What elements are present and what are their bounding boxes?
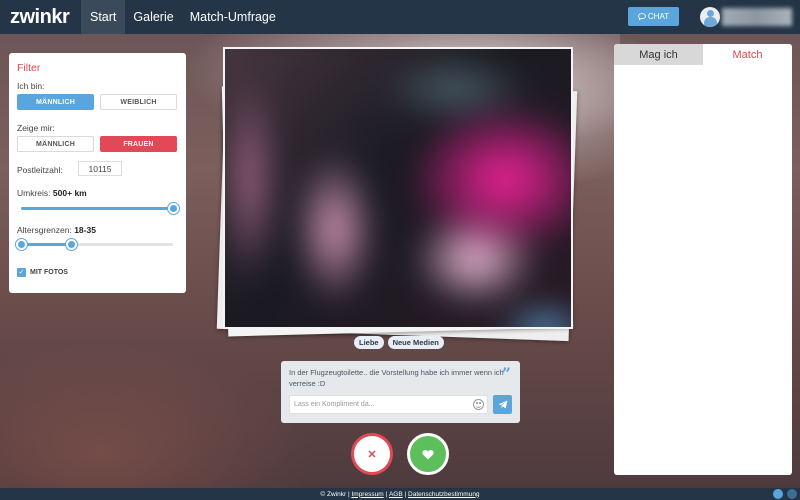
postleitzahl-input[interactable]: 10115 <box>78 161 122 176</box>
umkreis-slider-handle[interactable] <box>167 203 179 214</box>
compliment-placeholder: Lass ein Kompliment da... <box>294 401 375 408</box>
user-avatar-icon[interactable] <box>700 7 720 27</box>
dislike-button[interactable]: ✕ <box>351 433 393 475</box>
mit-fotos-checkbox[interactable]: ✓ <box>17 268 26 277</box>
footer-link-datenschutz[interactable]: Datenschutzbestimmung <box>408 491 480 498</box>
ich-bin-weiblich-button[interactable]: WEIBLICH <box>100 94 177 110</box>
chat-bubble-icon <box>638 13 646 20</box>
umkreis-label-row: Umkreis: 500+ km <box>17 188 87 198</box>
nav-match-umfrage[interactable]: Match-Umfrage <box>182 0 284 34</box>
alter-slider-handle-min[interactable] <box>15 239 27 250</box>
like-button[interactable] <box>407 433 449 475</box>
smiley-icon[interactable] <box>473 399 484 410</box>
comment-text: In der Flugzeugtoilette.. die Vorstellun… <box>289 368 504 388</box>
altersgrenzen-label: Altersgrenzen: <box>17 225 72 235</box>
filter-panel: Filter Ich bin: MÄNNLICH WEIBLICH Zeige … <box>9 53 186 293</box>
altersgrenzen-value: 18-35 <box>74 225 96 235</box>
tag-liebe[interactable]: Liebe <box>354 336 384 349</box>
postleitzahl-label: Postleitzahl: <box>17 165 63 175</box>
top-navigation-bar: zwinkr Start Galerie Match-Umfrage <box>0 0 800 34</box>
chat-button[interactable]: CHAT <box>628 7 679 26</box>
send-button[interactable] <box>493 395 512 414</box>
zeige-maennlich-button[interactable]: MÄNNLICH <box>17 136 94 152</box>
tab-mag-ich[interactable]: Mag ich <box>614 44 703 65</box>
ich-bin-maennlich-button[interactable]: MÄNNLICH <box>17 94 94 110</box>
nav-galerie[interactable]: Galerie <box>125 0 181 34</box>
instagram-icon[interactable] <box>787 489 797 499</box>
ich-bin-label: Ich bin: <box>17 81 45 91</box>
profile-photo-blurred[interactable] <box>223 47 573 329</box>
comment-box: In der Flugzeugtoilette.. die Vorstellun… <box>281 361 520 423</box>
umkreis-slider-fill <box>21 207 173 210</box>
zeige-frauen-button[interactable]: FRAUEN <box>100 136 177 152</box>
footer-copyright: © Zwinkr | <box>320 490 350 498</box>
logo[interactable]: zwinkr <box>0 6 81 29</box>
quote-icon: ” <box>501 364 511 383</box>
twitter-icon[interactable] <box>773 489 783 499</box>
umkreis-unit: km <box>74 188 87 198</box>
filter-title: Filter <box>17 62 41 74</box>
username-blurred[interactable] <box>722 8 792 26</box>
footer-link-agb[interactable]: AGB <box>389 491 403 498</box>
alter-slider-handle-max[interactable] <box>65 239 77 250</box>
footer-separator: | <box>404 490 407 498</box>
umkreis-label: Umkreis: <box>17 188 51 198</box>
nav-start[interactable]: Start <box>81 0 126 34</box>
footer-separator: | <box>385 490 388 498</box>
matches-panel: Mag ich Match <box>614 44 792 475</box>
zeige-mir-label: Zeige mir: <box>17 123 55 133</box>
close-icon: ✕ <box>367 448 377 461</box>
alter-slider-fill <box>21 243 72 246</box>
tag-neue-medien[interactable]: Neue Medien <box>387 336 444 349</box>
footer: © Zwinkr | Impressum | AGB | Datenschutz… <box>0 488 800 500</box>
umkreis-value: 500+ <box>52 188 73 198</box>
chat-label: CHAT <box>647 12 670 21</box>
footer-link-impressum[interactable]: Impressum <box>351 491 383 498</box>
compliment-input[interactable]: Lass ein Kompliment da... <box>289 395 488 414</box>
heart-icon <box>422 449 434 459</box>
tag-list: Liebe Neue Medien <box>354 336 444 349</box>
mit-fotos-label: MIT FOTOS <box>30 269 68 276</box>
send-icon <box>498 400 507 409</box>
altersgrenzen-label-row: Altersgrenzen: 18-35 <box>17 225 96 235</box>
tab-match[interactable]: Match <box>703 44 792 65</box>
